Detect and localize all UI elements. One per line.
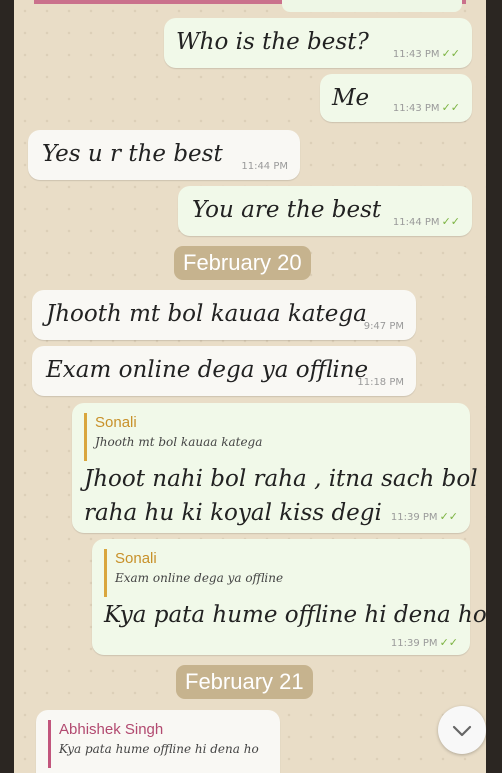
message-text: Jhooth mt bol kauaa katega [46, 301, 367, 327]
message-time: 11:44 PM [241, 161, 288, 172]
quoted-text: Exam online dega ya offline [115, 571, 284, 585]
quoted-message[interactable]: Abhishek Singh Kya pata hume offline hi … [48, 720, 274, 768]
reply-message-bubble[interactable]: Abhishek Singh Kya pata hume offline hi … [36, 710, 280, 773]
message-text-line: Jhoot nahi bol raha , itna sach bol [84, 466, 478, 492]
quoted-sender: Sonali [115, 550, 157, 567]
message-time: 11:44 PM [392, 217, 440, 228]
message-text: Yes u r the best [42, 141, 223, 167]
message-bubble[interactable]: Yes u r the best 11:44 PM [28, 130, 300, 180]
double-check-icon: ✓✓ [439, 510, 458, 523]
message-time: 11:43 PM [392, 103, 440, 114]
date-chip: February 20 [174, 246, 311, 280]
previous-message-bubble[interactable] [282, 0, 462, 12]
message-bubble[interactable]: You are the best 11:44 PM ✓✓ [178, 186, 472, 236]
chat-screen: Who is the best? 11:43 PM ✓✓ Me 11:43 PM ✓… [14, 0, 486, 773]
message-text: Kya pata hume offline hi dena ho [104, 602, 486, 628]
message-bubble[interactable]: Who is the best? 11:43 PM ✓✓ [164, 18, 472, 68]
message-text: You are the best [192, 197, 382, 223]
message-time: 11:43 PM [392, 49, 440, 60]
message-bubble[interactable]: Exam online dega ya offline 11:18 PM [32, 346, 416, 396]
double-check-icon: ✓✓ [441, 215, 460, 228]
message-time: 11:18 PM [357, 377, 404, 388]
message-text-line: raha hu ki koyal kiss degi [84, 500, 382, 526]
quoted-text: Kya pata hume offline hi dena ho [59, 742, 259, 756]
quoted-sender: Abhishek Singh [59, 721, 164, 738]
scroll-down-button[interactable] [438, 706, 486, 754]
double-check-icon: ✓✓ [441, 47, 460, 60]
message-time: 9:47 PM [363, 321, 404, 332]
message-text: Me [332, 85, 370, 111]
quoted-message[interactable]: Sonali Jhooth mt bol kauaa katega [84, 413, 384, 461]
message-text: Who is the best? [176, 29, 369, 55]
quoted-message[interactable]: Sonali Exam online dega ya offline [104, 549, 404, 597]
message-time: 11:39 PM [390, 512, 438, 523]
chevron-down-icon [452, 725, 472, 737]
message-bubble[interactable]: Me 11:43 PM ✓✓ [320, 74, 472, 122]
date-chip: February 21 [176, 665, 313, 699]
reply-message-bubble[interactable]: Sonali Exam online dega ya offline Kya p… [92, 539, 486, 655]
quoted-text: Jhooth mt bol kauaa katega [95, 435, 263, 449]
double-check-icon: ✓✓ [439, 636, 458, 649]
message-text: Exam online dega ya offline [46, 357, 369, 383]
message-bubble[interactable]: Jhooth mt bol kauaa katega 9:47 PM [32, 290, 416, 340]
reply-message-bubble[interactable]: Sonali Jhooth mt bol kauaa katega Jhoot … [72, 403, 478, 533]
quoted-sender: Sonali [95, 414, 137, 431]
double-check-icon: ✓✓ [441, 101, 460, 114]
message-time: 11:39 PM [390, 638, 438, 649]
